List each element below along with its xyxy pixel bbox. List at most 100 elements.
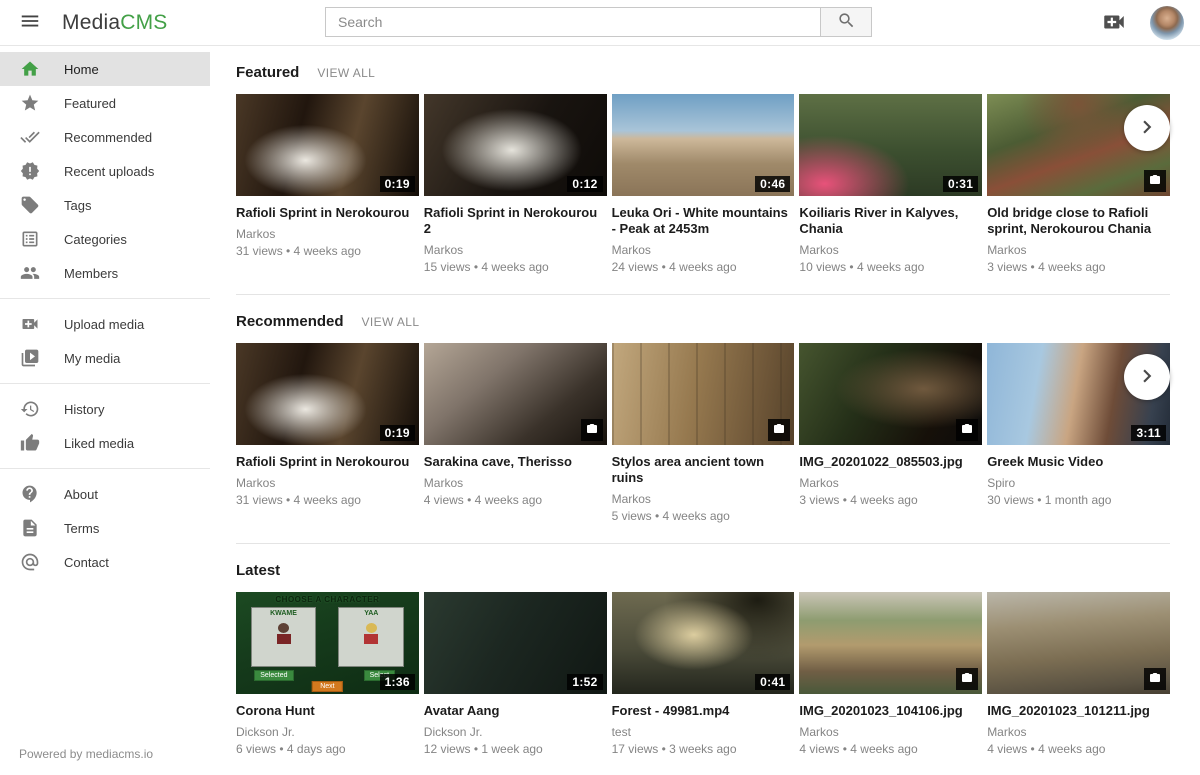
media-author[interactable]: Markos: [799, 243, 982, 257]
media-card[interactable]: 0:31 Koiliaris River in Kalyves, Chania …: [799, 94, 982, 274]
section-title: Featured: [236, 64, 299, 81]
thumbnail[interactable]: 0:41: [612, 592, 795, 694]
at-icon: [19, 551, 41, 573]
media-card[interactable]: 0:12 Rafioli Sprint in Nerokourou 2 Mark…: [424, 94, 607, 274]
user-avatar[interactable]: [1150, 6, 1184, 40]
thumbnail[interactable]: [799, 343, 982, 445]
media-author[interactable]: Markos: [612, 243, 795, 257]
media-author[interactable]: Markos: [236, 227, 419, 241]
media-meta: 4 views • 4 weeks ago: [799, 742, 982, 756]
upload-media-button[interactable]: [1100, 9, 1128, 37]
character-sprite-left: [277, 623, 291, 645]
duration-badge: 0:19: [380, 425, 415, 441]
character-box-right: YAA: [338, 607, 404, 667]
menu-button[interactable]: [10, 3, 50, 43]
next-button[interactable]: [1124, 105, 1170, 151]
sidebar-item-featured[interactable]: Featured: [0, 86, 210, 120]
view-all-link[interactable]: VIEW ALL: [317, 66, 375, 80]
video-call-icon: [19, 313, 41, 335]
media-card[interactable]: Sarakina cave, Therisso Markos 4 views •…: [424, 343, 607, 523]
sidebar-item-contact[interactable]: Contact: [0, 545, 210, 579]
media-card[interactable]: 0:19 Rafioli Sprint in Nerokourou Markos…: [236, 343, 419, 523]
media-author[interactable]: Dickson Jr.: [424, 725, 607, 739]
media-author[interactable]: Markos: [612, 492, 795, 506]
thumbnail[interactable]: CHOOSE A CHARACTER KWAME YAA Selected Se…: [236, 592, 419, 694]
media-author[interactable]: test: [612, 725, 795, 739]
sidebar-item-label: Home: [64, 62, 99, 77]
media-author[interactable]: Markos: [987, 725, 1170, 739]
media-meta: 17 views • 3 weeks ago: [612, 742, 795, 756]
next-button[interactable]: [1124, 354, 1170, 400]
media-card[interactable]: Stylos area ancient town ruins Markos 5 …: [612, 343, 795, 523]
media-card[interactable]: 0:19 Rafioli Sprint in Nerokourou Markos…: [236, 94, 419, 274]
sidebar-item-label: Upload media: [64, 317, 144, 332]
sidebar-item-members[interactable]: Members: [0, 256, 210, 290]
app-logo[interactable]: MediaCMS: [62, 11, 167, 35]
camera-icon: [768, 419, 790, 441]
duration-badge: 0:19: [380, 176, 415, 192]
search-input[interactable]: [325, 7, 820, 37]
media-title: IMG_20201022_085503.jpg: [799, 454, 982, 470]
thumbnail[interactable]: 0:31: [799, 94, 982, 196]
sidebar-item-my-media[interactable]: My media: [0, 341, 210, 375]
sidebar-item-liked-media[interactable]: Liked media: [0, 426, 210, 460]
sidebar-item-label: About: [64, 487, 98, 502]
star-icon: [19, 92, 41, 114]
media-card[interactable]: 1:52 Avatar Aang Dickson Jr. 12 views • …: [424, 592, 607, 756]
media-card[interactable]: 0:41 Forest - 49981.mp4 test 17 views • …: [612, 592, 795, 756]
search-icon: [837, 11, 856, 33]
thumbnail[interactable]: 0:19: [236, 343, 419, 445]
media-author[interactable]: Markos: [987, 243, 1170, 257]
thumbnail[interactable]: 1:52: [424, 592, 607, 694]
view-all-link[interactable]: VIEW ALL: [362, 315, 420, 329]
media-title: Leuka Ori - White mountains - Peak at 24…: [612, 205, 795, 237]
video-upload-icon: [1101, 9, 1127, 38]
media-title: Corona Hunt: [236, 703, 419, 719]
tag-icon: [19, 194, 41, 216]
media-author[interactable]: Markos: [799, 725, 982, 739]
thumbnail[interactable]: [799, 592, 982, 694]
sidebar-item-history[interactable]: History: [0, 392, 210, 426]
media-author[interactable]: Dickson Jr.: [236, 725, 419, 739]
home-icon: [19, 58, 41, 80]
sidebar-item-about[interactable]: About: [0, 477, 210, 511]
sidebar-item-label: History: [64, 402, 104, 417]
media-author[interactable]: Spiro: [987, 476, 1170, 490]
media-card[interactable]: CHOOSE A CHARACTER KWAME YAA Selected Se…: [236, 592, 419, 756]
sidebar-item-categories[interactable]: Categories: [0, 222, 210, 256]
sidebar-item-terms[interactable]: Terms: [0, 511, 210, 545]
done-all-icon: [19, 126, 41, 148]
duration-badge: 0:31: [943, 176, 978, 192]
media-meta: 15 views • 4 weeks ago: [424, 260, 607, 274]
thumbnail[interactable]: 0:19: [236, 94, 419, 196]
thumbnail[interactable]: [612, 343, 795, 445]
thumbnail[interactable]: 0:46: [612, 94, 795, 196]
media-title: Rafioli Sprint in Nerokourou: [236, 205, 419, 221]
thumbnail[interactable]: 0:12: [424, 94, 607, 196]
media-card[interactable]: IMG_20201022_085503.jpg Markos 3 views •…: [799, 343, 982, 523]
video-library-icon: [19, 347, 41, 369]
media-author[interactable]: Markos: [799, 476, 982, 490]
media-card[interactable]: IMG_20201023_104106.jpg Markos 4 views •…: [799, 592, 982, 756]
sidebar-item-home[interactable]: Home: [0, 52, 210, 86]
help-icon: [19, 483, 41, 505]
media-title: Rafioli Sprint in Nerokourou: [236, 454, 419, 470]
media-author[interactable]: Markos: [424, 476, 607, 490]
selected-chip: Selected: [254, 670, 293, 681]
media-author[interactable]: Markos: [236, 476, 419, 490]
sidebar-item-tags[interactable]: Tags: [0, 188, 210, 222]
sidebar-item-recent-uploads[interactable]: Recent uploads: [0, 154, 210, 188]
camera-icon: [956, 668, 978, 690]
media-meta: 30 views • 1 month ago: [987, 493, 1170, 507]
thumbnail[interactable]: [987, 592, 1170, 694]
camera-icon: [1144, 170, 1166, 192]
sidebar-item-upload-media[interactable]: Upload media: [0, 307, 210, 341]
search-button[interactable]: [820, 7, 872, 37]
media-author[interactable]: Markos: [424, 243, 607, 257]
media-card[interactable]: 0:46 Leuka Ori - White mountains - Peak …: [612, 94, 795, 274]
history-icon: [19, 398, 41, 420]
media-card[interactable]: IMG_20201023_101211.jpg Markos 4 views •…: [987, 592, 1170, 756]
sidebar-item-recommended[interactable]: Recommended: [0, 120, 210, 154]
thumbnail[interactable]: [424, 343, 607, 445]
sidebar-item-label: Recommended: [64, 130, 152, 145]
